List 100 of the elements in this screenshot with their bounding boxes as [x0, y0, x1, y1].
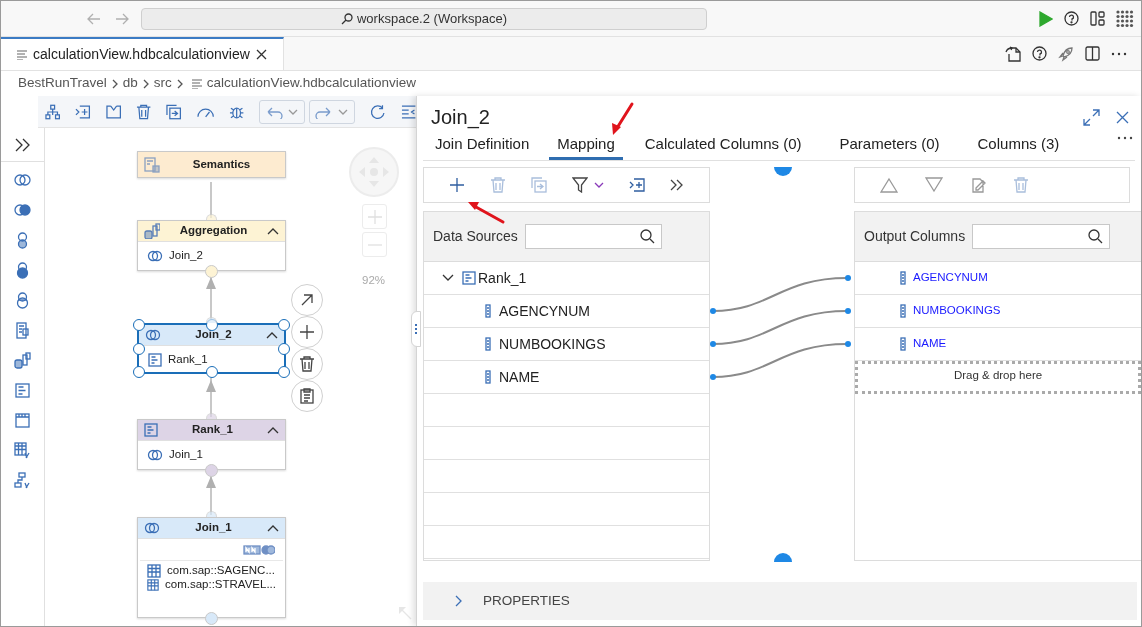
- mapping-line[interactable]: [710, 308, 851, 347]
- mapping-line[interactable]: [710, 275, 851, 314]
- panel-tab[interactable]: Calculated Columns (0): [636, 133, 810, 160]
- aggregation-node-icon[interactable]: [14, 352, 31, 369]
- expand-palette-icon[interactable]: [14, 137, 31, 152]
- paste-button[interactable]: [291, 380, 323, 412]
- performance-icon[interactable]: [196, 105, 214, 118]
- graph-function-icon[interactable]: [14, 472, 31, 489]
- search-icon: [639, 229, 655, 244]
- panel-tab[interactable]: Columns (3): [969, 133, 1068, 160]
- panel-tab[interactable]: Mapping: [549, 133, 623, 160]
- help-icon[interactable]: [1032, 46, 1047, 61]
- resize-handle[interactable]: [205, 366, 218, 378]
- source-column[interactable]: NUMBOOKINGS: [499, 333, 606, 355]
- join-icon: [145, 329, 161, 341]
- input-port: [206, 413, 217, 419]
- column-icon: [900, 304, 906, 318]
- node-input-label: com.sap::SAGENC...: [167, 563, 275, 579]
- run-icon[interactable]: [1039, 10, 1053, 27]
- edit-icon[interactable]: [970, 177, 986, 193]
- rocket-icon[interactable]: [1058, 45, 1074, 62]
- join-icon: [144, 522, 160, 534]
- more-actions-icon[interactable]: [670, 179, 684, 191]
- drop-zone[interactable]: Drag & drop here: [855, 361, 1141, 394]
- panel-tab[interactable]: Join Definition: [427, 133, 538, 160]
- search-icon: [1088, 229, 1104, 244]
- minus-node-icon[interactable]: [14, 262, 31, 279]
- filter-icon[interactable]: [572, 177, 588, 193]
- resize-handle[interactable]: [133, 366, 145, 378]
- caret-down-icon[interactable]: [594, 182, 604, 188]
- join-type-icon: [243, 544, 275, 555]
- output-column[interactable]: AGENCYNUM: [913, 269, 988, 287]
- collapse-icon[interactable]: [442, 274, 454, 282]
- format-icon[interactable]: [400, 104, 416, 119]
- panel-tab[interactable]: Parameters (0): [831, 133, 948, 160]
- join-node-icon[interactable]: [14, 172, 31, 189]
- diagram-node[interactable]: Aggregation Join_2: [137, 220, 286, 271]
- delete-icon[interactable]: [136, 103, 152, 120]
- move-up-icon[interactable]: [880, 177, 898, 193]
- source-column[interactable]: AGENCYNUM: [499, 300, 590, 322]
- mapping-line[interactable]: [710, 341, 851, 380]
- panel-splitter[interactable]: [411, 311, 421, 347]
- column-icon: [485, 370, 491, 384]
- split-editor-icon[interactable]: [1085, 46, 1100, 61]
- collapse-icon[interactable]: [267, 227, 279, 235]
- collapse-icon[interactable]: [267, 426, 279, 434]
- add-button[interactable]: [291, 316, 323, 348]
- breadcrumb-item[interactable]: src: [153, 73, 172, 94]
- diagram-node[interactable]: Rank_1 Join_1: [137, 419, 286, 470]
- diagram-node[interactable]: Semantics: [137, 151, 286, 178]
- properties-section[interactable]: PROPERTIES: [423, 582, 1137, 620]
- apps-icon[interactable]: [1116, 9, 1134, 28]
- rank-icon: [148, 353, 162, 367]
- output-column[interactable]: NAME: [913, 335, 947, 353]
- caret-down-icon: [288, 108, 299, 115]
- move-down-icon[interactable]: [925, 177, 943, 193]
- diagram-node[interactable]: Join_1 com.sap::SAGENC... com.sap::STRAVEL...: [137, 517, 286, 618]
- union-node-icon[interactable]: [14, 202, 31, 219]
- rank-node-icon[interactable]: [14, 382, 31, 399]
- refresh-icon[interactable]: [370, 103, 386, 120]
- node-input-label: com.sap::STRAVEL...: [165, 577, 276, 593]
- output-column[interactable]: NUMBOOKINGS: [913, 302, 1001, 320]
- search-field[interactable]: [972, 224, 1111, 249]
- source-column[interactable]: NAME: [499, 366, 540, 388]
- collapse-icon[interactable]: [267, 524, 279, 532]
- delete-button[interactable]: [291, 348, 323, 380]
- breadcrumb-item[interactable]: BestRunTravel: [18, 73, 107, 94]
- document-node-icon[interactable]: [14, 322, 31, 339]
- close-icon[interactable]: [255, 49, 267, 60]
- column-icon: [485, 304, 491, 318]
- projection-node-icon[interactable]: [14, 292, 31, 309]
- breadcrumb-item[interactable]: db: [122, 73, 138, 94]
- table-function-icon[interactable]: [14, 442, 31, 459]
- hierarchy-icon[interactable]: [45, 103, 61, 120]
- copy-icon[interactable]: [166, 103, 182, 120]
- file-arrow-icon[interactable]: [1005, 45, 1021, 62]
- expand-node-icon[interactable]: [105, 103, 122, 120]
- add-column-icon[interactable]: [629, 177, 645, 193]
- help-icon[interactable]: [1064, 11, 1079, 26]
- plus-icon: [366, 208, 383, 225]
- add-node-icon[interactable]: [75, 103, 91, 120]
- source-node-name[interactable]: Rank_1: [478, 267, 527, 289]
- resize-handle[interactable]: [133, 319, 145, 331]
- delete-icon: [299, 356, 315, 372]
- resize-handle[interactable]: [278, 319, 290, 331]
- editor-tab[interactable]: calculationView.hdbcalculationview: [1, 37, 284, 70]
- add-icon[interactable]: [449, 177, 465, 193]
- rank-icon: [462, 271, 476, 285]
- maximize-icon[interactable]: [1083, 108, 1100, 126]
- breadcrumb-item[interactable]: calculationView.hdbcalculationview: [206, 73, 416, 94]
- layout-icon[interactable]: [1090, 11, 1105, 26]
- more-icon[interactable]: [1117, 136, 1133, 140]
- resize-handle[interactable]: [278, 366, 290, 378]
- search-field[interactable]: [524, 224, 662, 249]
- arrow-icon: [299, 292, 315, 308]
- open-button[interactable]: [291, 284, 323, 316]
- collapse-icon[interactable]: [266, 331, 278, 339]
- command-search-field[interactable]: workspace.2 (Workspace): [141, 7, 707, 30]
- window-node-icon[interactable]: [14, 412, 31, 429]
- more-icon[interactable]: [1111, 51, 1127, 56]
